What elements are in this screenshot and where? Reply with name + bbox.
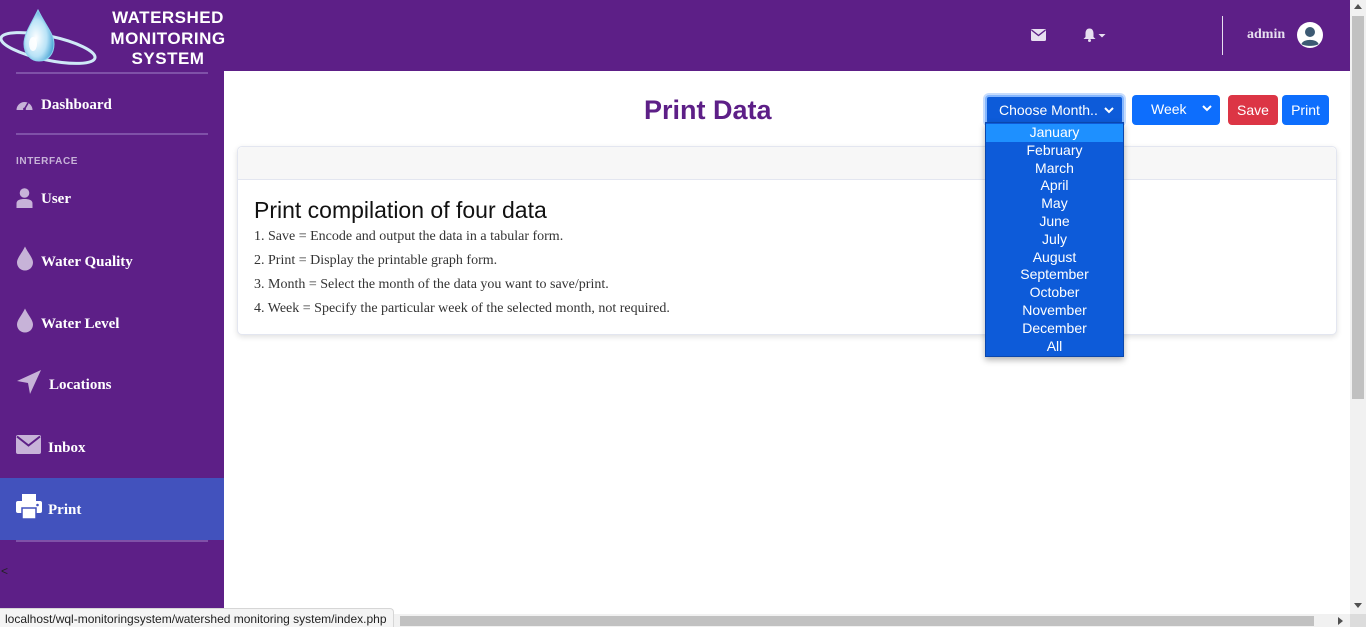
month-option[interactable]: May	[986, 195, 1123, 213]
sidebar-item-label: Dashboard	[41, 97, 112, 113]
month-option[interactable]: All	[986, 338, 1123, 356]
status-bar-url: localhost/wql-monitoringsystem/watershed…	[0, 608, 394, 627]
card-header	[238, 147, 1336, 180]
brand-line: SYSTEM	[131, 49, 205, 68]
scroll-down-arrow-icon[interactable]	[1354, 603, 1362, 608]
month-option[interactable]: January	[986, 124, 1123, 142]
month-option[interactable]: September	[986, 266, 1123, 284]
water-drop-logo-icon	[0, 8, 97, 65]
month-option[interactable]: June	[986, 213, 1123, 231]
card-line: 3. Month = Select the month of the data …	[254, 277, 609, 292]
sidebar-item-print[interactable]: Print	[0, 478, 224, 540]
droplet-icon	[17, 308, 33, 333]
chevron-down-icon	[1104, 107, 1114, 114]
sidebar-item-inbox[interactable]: Inbox	[0, 417, 224, 479]
sidebar-item-locations[interactable]: Locations	[0, 355, 224, 417]
month-select-value: Choose Month..	[999, 102, 1098, 118]
print-button[interactable]: Print	[1282, 95, 1329, 125]
topbar: WATERSHED MONITORING SYSTEM admin	[0, 0, 1350, 71]
vertical-scrollbar[interactable]	[1350, 0, 1366, 614]
printer-icon	[16, 494, 42, 519]
month-option[interactable]: October	[986, 284, 1123, 302]
brand-line: WATERSHED	[112, 8, 224, 27]
vertical-scroll-thumb[interactable]	[1352, 16, 1364, 399]
month-option[interactable]: April	[986, 177, 1123, 195]
sidebar: Dashboard INTERFACE User Water Quality W…	[0, 71, 224, 611]
sidebar-toggle[interactable]: <	[1, 564, 8, 578]
main-content: Print Data Choose Month.. Week Save Prin…	[224, 71, 1350, 611]
tachometer-icon	[16, 102, 33, 111]
horizontal-scroll-thumb[interactable]	[400, 616, 1314, 626]
user-name[interactable]: admin	[1247, 27, 1285, 43]
week-select[interactable]: Week	[1132, 95, 1220, 125]
month-option[interactable]: August	[986, 249, 1123, 267]
sidebar-divider	[16, 133, 208, 135]
envelope-icon	[16, 435, 41, 454]
card-line: 1. Save = Encode and output the data in …	[254, 229, 564, 244]
topbar-divider	[1222, 16, 1223, 55]
month-option[interactable]: November	[986, 302, 1123, 320]
month-dropdown-list: January February March April May June Ju…	[985, 122, 1124, 357]
card-line: 2. Print = Display the printable graph f…	[254, 253, 498, 268]
sidebar-heading: INTERFACE	[16, 156, 79, 167]
sidebar-item-user[interactable]: User	[0, 169, 224, 231]
sidebar-item-water-level[interactable]: Water Level	[0, 293, 224, 355]
user-avatar-icon[interactable]	[1297, 22, 1323, 48]
location-arrow-icon	[17, 370, 41, 394]
page-title: Print Data	[644, 95, 772, 125]
brand-title: WATERSHED MONITORING SYSTEM	[96, 8, 240, 70]
sidebar-item-water-quality[interactable]: Water Quality	[0, 231, 224, 293]
card-line: 4. Week = Specify the particular week of…	[254, 301, 670, 316]
sidebar-item-label: Water Level	[41, 316, 120, 332]
month-option[interactable]: July	[986, 231, 1123, 249]
sidebar-item-label: Inbox	[48, 440, 86, 456]
scrollbar-corner	[1350, 614, 1366, 627]
sidebar-divider	[16, 540, 208, 542]
month-select[interactable]: Choose Month..	[985, 95, 1124, 125]
save-button[interactable]: Save	[1228, 95, 1278, 125]
brand[interactable]: WATERSHED MONITORING SYSTEM	[0, 0, 225, 71]
user-icon	[16, 188, 33, 208]
sidebar-item-label: Locations	[49, 377, 112, 393]
sidebar-item-label: User	[41, 191, 71, 207]
brand-line: MONITORING	[110, 28, 226, 48]
sidebar-item-dashboard[interactable]: Dashboard	[0, 74, 224, 136]
week-select-value: Week	[1151, 101, 1187, 117]
droplet-icon	[17, 246, 33, 271]
chevron-down-icon	[1202, 105, 1212, 112]
sidebar-item-label: Water Quality	[41, 254, 133, 270]
bell-icon[interactable]	[1083, 28, 1107, 42]
sidebar-item-label: Print	[48, 502, 82, 518]
card-title: Print compilation of four data	[254, 197, 547, 223]
month-option[interactable]: December	[986, 320, 1123, 338]
info-card: Print compilation of four data 1. Save =…	[237, 146, 1337, 335]
month-option[interactable]: March	[986, 160, 1123, 178]
envelope-icon[interactable]	[1031, 29, 1046, 41]
month-option[interactable]: February	[986, 142, 1123, 160]
scroll-up-arrow-icon[interactable]	[1354, 4, 1362, 9]
scroll-right-arrow-icon[interactable]	[1338, 617, 1343, 625]
